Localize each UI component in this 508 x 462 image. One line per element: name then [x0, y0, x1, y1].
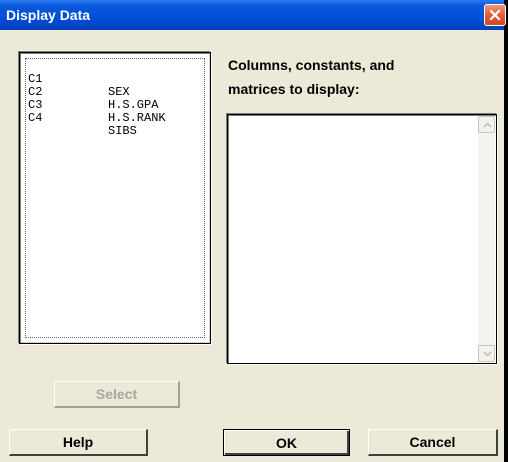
columns-to-display-textarea[interactable]	[227, 114, 497, 364]
list-item[interactable]: C2 H.S.GPA	[28, 73, 158, 112]
arrow-down-icon	[483, 351, 492, 357]
list-item[interactable]: C4 SIBS	[28, 99, 137, 138]
variables-listbox[interactable]: C1 SEX C2 H.S.GPA C3 H.S.RANK C4 SIBS	[19, 52, 211, 344]
arrow-up-icon	[483, 122, 492, 128]
textarea-scrollbar[interactable]	[478, 116, 495, 362]
select-button[interactable]: Select	[54, 381, 180, 408]
close-button[interactable]	[484, 4, 506, 26]
ok-button[interactable]: OK	[223, 429, 350, 456]
column-name: SIBS	[108, 124, 137, 138]
close-icon	[489, 9, 501, 21]
title-bar[interactable]: Display Data	[0, 0, 506, 30]
cancel-button[interactable]: Cancel	[368, 429, 498, 456]
list-item[interactable]: C3 H.S.RANK	[28, 86, 166, 125]
list-item[interactable]: C1 SEX	[28, 60, 130, 99]
window-title: Display Data	[6, 7, 91, 23]
scroll-down-button[interactable]	[478, 345, 495, 362]
display-data-dialog: Display Data C1 SEX C2 H.S.GPA C3 H.S.RA…	[0, 0, 508, 462]
scroll-up-button[interactable]	[478, 116, 495, 133]
help-button[interactable]: Help	[9, 429, 148, 456]
column-id: C4	[28, 111, 43, 125]
display-field-label-line1: Columns, constants, and	[228, 57, 395, 73]
display-field-label-line2: matrices to display:	[228, 81, 360, 97]
